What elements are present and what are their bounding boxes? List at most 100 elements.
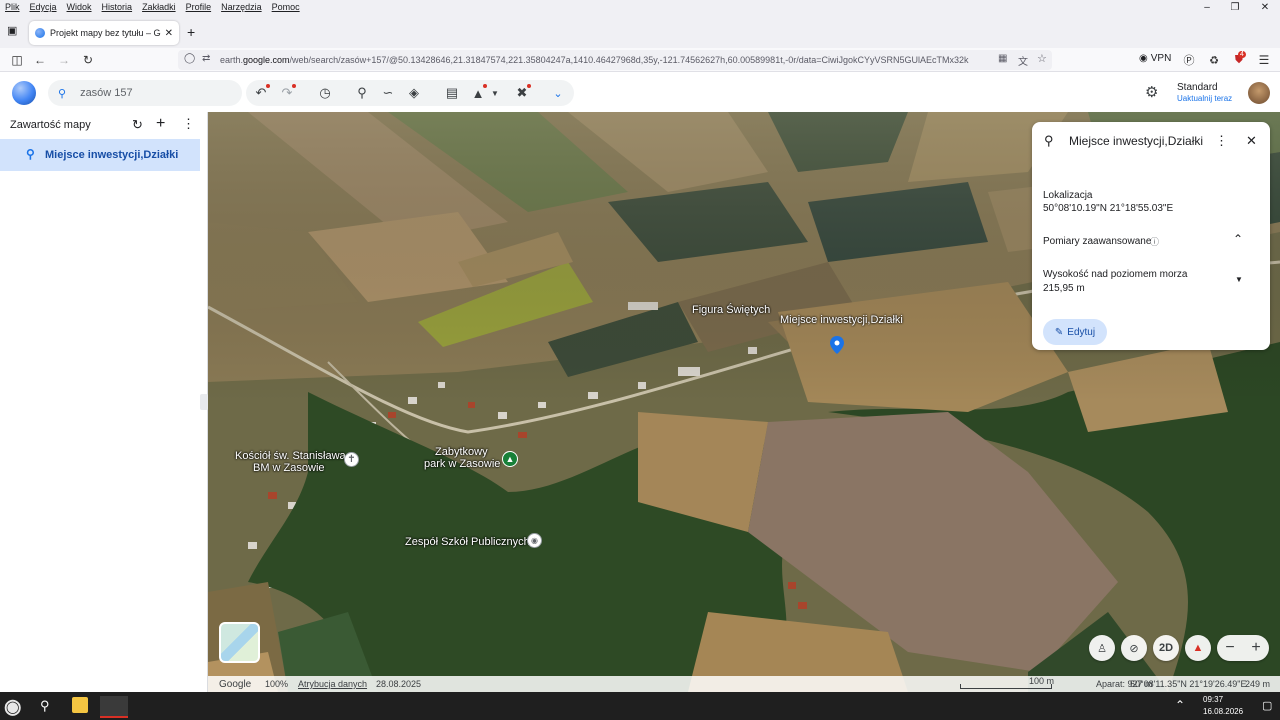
elevation-dropdown-icon[interactable]: ▼: [1235, 275, 1243, 284]
poi-church-label-2[interactable]: BM w Zasowie: [253, 462, 325, 474]
extension-w-icon[interactable]: Ⓟ: [1180, 51, 1198, 69]
school-icon[interactable]: ◉: [527, 533, 542, 548]
compass-icon[interactable]: ▲: [1185, 635, 1211, 661]
settings-gear-icon[interactable]: ⚙: [1145, 83, 1158, 101]
file-explorer-icon[interactable]: [72, 697, 88, 713]
sidebar-toggle-icon[interactable]: ◫: [8, 51, 26, 69]
mode-2d-button[interactable]: 2D: [1153, 635, 1179, 661]
menu-help[interactable]: Pomoc: [267, 2, 305, 12]
draw-path-icon[interactable]: ∽: [379, 84, 397, 102]
refresh-icon[interactable]: ↻: [132, 117, 143, 133]
cursor-elevation: 249 m: [1245, 679, 1271, 689]
undo-icon[interactable]: ↶: [252, 84, 270, 102]
earth-tools: ↶ ↷ ◷ ⚲ ∽ ◈ ▤ ▲ ▼ ✖ ⌄: [246, 80, 574, 106]
avatar[interactable]: [1248, 82, 1270, 104]
google-wordmark: Google: [219, 679, 252, 690]
street-view-pegman-icon[interactable]: ♙: [1089, 635, 1115, 661]
poi-figura-label[interactable]: Figura Świętych: [692, 304, 770, 316]
tray-chevron-icon[interactable]: ⌃: [1175, 698, 1185, 712]
start-logo-icon[interactable]: ◉: [4, 694, 22, 719]
extensions-puzzle-icon[interactable]: ♻: [1205, 51, 1223, 69]
poi-park-label-1[interactable]: Zabytkowy: [435, 446, 488, 458]
forward-icon[interactable]: →: [55, 51, 73, 69]
pin-label[interactable]: Miejsce inwestycji,Działki: [780, 314, 903, 326]
clock-date[interactable]: 16.08.2026: [1203, 707, 1243, 716]
list-item-project[interactable]: ⚲ Miejsce inwestycji,Działki: [0, 139, 200, 171]
advanced-measurements-label[interactable]: Pomiary zaawansowane: [1043, 236, 1151, 247]
zoom-controls: − +: [1217, 635, 1269, 661]
park-tree-icon[interactable]: ▲: [502, 451, 518, 467]
search-taskbar-icon[interactable]: ⚲: [40, 698, 50, 714]
map-style-thumbnail[interactable]: [219, 622, 260, 663]
menu-view[interactable]: Widok: [62, 2, 97, 12]
redo-icon[interactable]: ↷: [278, 84, 296, 102]
zoom-in-icon[interactable]: +: [1251, 639, 1260, 657]
search-icon: ⚲: [58, 87, 67, 100]
data-attribution-link[interactable]: Atrybucja danych: [298, 679, 367, 689]
measure-ruler-icon[interactable]: ▤: [443, 84, 461, 102]
info-icon[interactable]: ⓘ: [1150, 235, 1159, 248]
toggle-tilt-icon[interactable]: ⊘: [1121, 635, 1147, 661]
google-earth-logo-icon[interactable]: [12, 81, 36, 105]
panel-title: Zawartość mapy: [10, 119, 91, 131]
measure-distance-icon[interactable]: ✖: [513, 84, 531, 102]
search-box[interactable]: ⚲: [48, 80, 242, 106]
reload-icon[interactable]: ↻: [79, 51, 97, 69]
elevation-profile-icon[interactable]: ▲: [469, 84, 487, 102]
notifications-icon[interactable]: ▢: [1262, 699, 1272, 712]
translate-icon[interactable]: 文: [1018, 53, 1028, 68]
menu-file[interactable]: Plik: [0, 2, 25, 12]
address-bar[interactable]: ◯ ⇄ earth.google.com/web/search/zasów+15…: [178, 50, 1052, 70]
panel-resize-handle[interactable]: [200, 394, 208, 410]
menu-bookmarks[interactable]: Zakładki: [137, 2, 181, 12]
card-more-vert-icon[interactable]: ⋮: [1215, 133, 1228, 149]
more-tools-chevron-icon[interactable]: ⌄: [549, 84, 567, 102]
reader-view-icon[interactable]: ▦: [998, 53, 1007, 64]
close-icon[interactable]: ✕: [1250, 0, 1280, 14]
menu-history[interactable]: Historia: [97, 2, 138, 12]
site-settings-icon[interactable]: ⇄: [202, 53, 210, 64]
tab-active[interactable]: Projekt mapy bez tytułu – Goog ✕: [29, 21, 179, 45]
menu-tools[interactable]: Narzędzia: [216, 2, 267, 12]
card-close-icon[interactable]: ✕: [1246, 133, 1257, 149]
collapse-chevron-icon[interactable]: ⌃: [1233, 232, 1243, 246]
map-contents-panel: Zawartość mapy ↻ + ⋮ ⚲ Miejsce inwestycj…: [0, 112, 208, 692]
vpn-button[interactable]: ◉ VPN: [1139, 53, 1171, 64]
search-input[interactable]: [80, 87, 231, 99]
more-vert-icon[interactable]: ⋮: [182, 116, 195, 132]
placemark-pin-icon[interactable]: [830, 336, 844, 354]
new-tab-icon[interactable]: +: [187, 24, 195, 40]
clock-time[interactable]: 09:37: [1203, 695, 1223, 704]
layers-icon[interactable]: ◈: [405, 84, 423, 102]
tab-overview-icon[interactable]: ▣: [7, 24, 17, 37]
bookmark-star-icon[interactable]: ☆: [1037, 52, 1047, 65]
edit-label: Edytuj: [1067, 326, 1096, 338]
history-timelapse-icon[interactable]: ◷: [316, 84, 334, 102]
back-icon[interactable]: ←: [31, 51, 49, 69]
church-icon[interactable]: ✝: [344, 452, 359, 467]
cursor-coordinates: 50°08'11.35"N 21°19'26.49"E: [1130, 679, 1247, 689]
minimize-icon[interactable]: –: [1192, 0, 1222, 14]
location-value: 50°08'10.19"N 21°18'55.03"E: [1043, 203, 1174, 214]
app-menu-icon[interactable]: ☰: [1255, 51, 1273, 69]
menu-edit[interactable]: Edycja: [25, 2, 62, 12]
poi-school-label[interactable]: Zespół Szkół Publicznych: [405, 536, 530, 548]
menu-profiles[interactable]: Profile: [181, 2, 217, 12]
poi-park-label-2[interactable]: park w Zasowie: [424, 458, 500, 470]
map-status-bar: Google 100% Atrybucja danych 28.08.2025 …: [208, 676, 1280, 692]
poi-church-label-1[interactable]: Kościół św. Stanisława: [235, 450, 346, 462]
google-earth-favicon-icon: [35, 28, 45, 38]
edit-button[interactable]: ✎ Edytuj: [1043, 319, 1107, 345]
add-icon[interactable]: +: [156, 115, 165, 133]
elevation-label: Wysokość nad poziomem morza: [1043, 269, 1188, 280]
close-tab-icon[interactable]: ✕: [165, 28, 173, 39]
elevation-dropdown-icon[interactable]: ▼: [486, 84, 504, 102]
upgrade-link[interactable]: Uaktualnij teraz: [1177, 94, 1232, 103]
restore-icon[interactable]: ❐: [1220, 0, 1250, 14]
url-prefix: earth.: [220, 55, 244, 65]
browser-taskbar-icon[interactable]: [100, 696, 128, 718]
zoom-out-icon[interactable]: −: [1225, 639, 1234, 657]
shield-icon[interactable]: ◯: [184, 53, 195, 64]
card-title: Miejsce inwestycji,Działki: [1069, 134, 1204, 148]
add-placemark-icon[interactable]: ⚲: [353, 84, 371, 102]
